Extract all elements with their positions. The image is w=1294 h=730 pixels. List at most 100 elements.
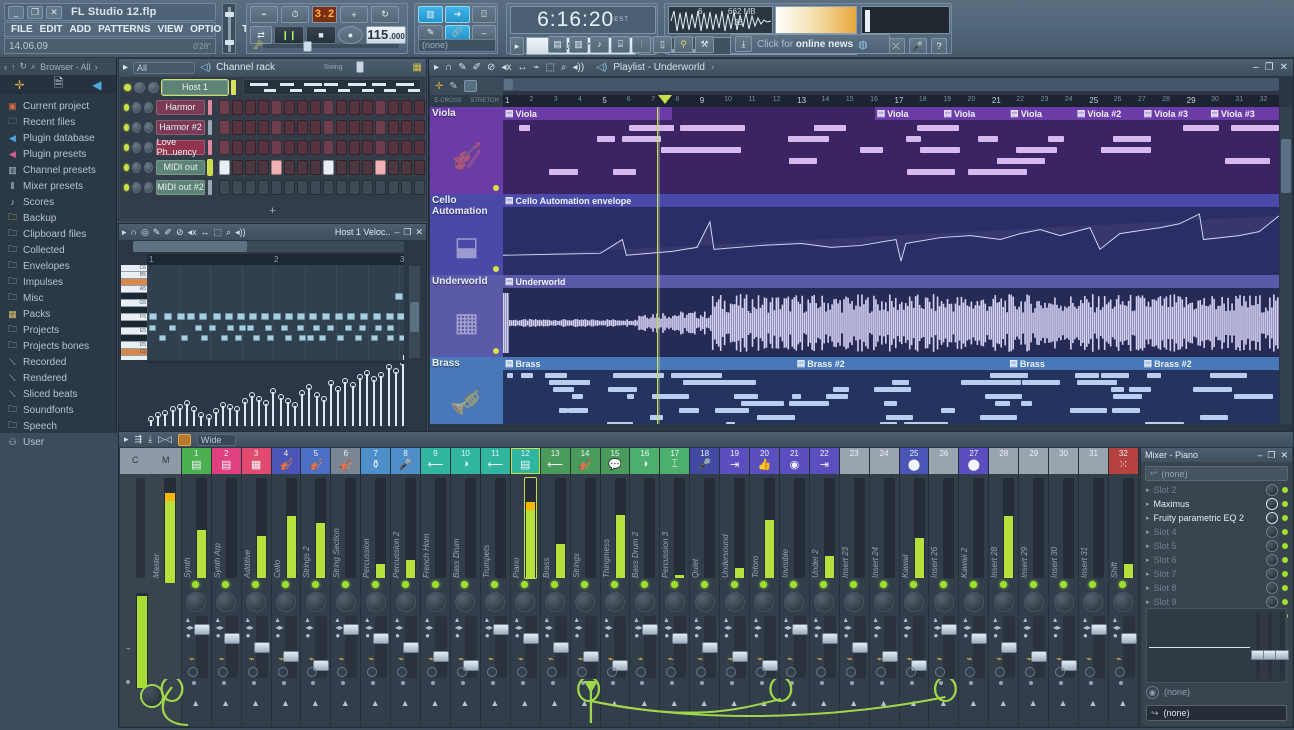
mixer-strip-22[interactable]: 22 ⇥ Under 2 ▴ ◂▸ ● ⌁ ▲ [809,448,840,726]
step-sequencer[interactable] [219,119,425,135]
note-block[interactable] [359,325,366,331]
step-button[interactable] [401,179,412,195]
step-button[interactable] [310,99,321,115]
mixer-volume-fader[interactable] [1090,616,1107,678]
effect-mix-knob[interactable] [1266,512,1278,524]
piano-key[interactable] [121,279,147,286]
help-button[interactable]: ? [931,38,947,54]
mixer-phase-button[interactable] [576,667,587,677]
velocity-bar[interactable] [394,372,397,426]
tab-all-icon[interactable]: ✛ [15,78,25,92]
mixer-route-arrow[interactable]: ▲ [610,698,619,708]
slot-expand-icon[interactable]: ▸ [1146,584,1150,592]
note-block[interactable] [397,313,404,320]
velocity-handle[interactable] [155,412,162,418]
velocity-bar[interactable] [301,394,304,426]
channel-velocity-bar[interactable] [208,99,212,115]
step-button[interactable] [349,139,360,155]
playlist-track-label[interactable]: Underworld ▦ [430,275,503,357]
clip-header[interactable]: ▤ Cello Automation envelope [503,194,1279,207]
mixer-strip-29[interactable]: 29 Insert 29 ▴ ◂▸ ● ⌁ ▲ [1019,448,1050,726]
note-block[interactable] [177,313,185,320]
mr-minimize-button[interactable]: – [1257,450,1262,460]
velocity-bar[interactable] [279,398,282,426]
mixer-track-name[interactable]: Synth [183,478,195,578]
mixer-mic-icon[interactable]: ⌁ [249,654,255,665]
mixer-pan-knob[interactable] [963,592,984,612]
step-button[interactable] [414,139,425,155]
velocity-bar[interactable] [222,406,224,426]
playlist-track[interactable]: Viola 🎻 ▤ Viola ▤ Viola ▤ Viola ▤ Viola ▤ Viola #2 ▤… [430,107,1279,194]
velocity-handle[interactable] [392,368,399,374]
step-button[interactable] [245,139,256,155]
mixer-slot-dot[interactable] [550,681,555,685]
piano-key[interactable]: G5 [121,300,147,307]
mixer-route-arrow[interactable]: ▲ [1059,698,1068,708]
mixer-slot-dot[interactable] [969,681,974,685]
mixer-track-name[interactable]: String Section [332,478,344,578]
channel-name-button[interactable]: Host 1 [162,79,228,95]
channel-name-button[interactable]: MIDI out #2 [155,179,206,195]
velocity-handle[interactable] [292,402,298,408]
effect-slot[interactable]: ▸ Fruity parametric EQ 2 [1141,511,1292,525]
note-block[interactable] [285,335,292,341]
mixer-pan-knob[interactable] [814,592,835,612]
mixer-phase-button[interactable] [875,667,886,677]
mixer-strip-8[interactable]: 8 🎤 Percussion 2 ▴ ◂▸ ● ⌁ ▲ [391,448,422,726]
note-block[interactable] [309,313,317,320]
velocity-bar[interactable] [229,408,232,426]
channel-volume-knob[interactable] [143,161,153,173]
mixer-track-led[interactable] [252,581,260,588]
channel-pan-knob[interactable] [132,141,141,153]
step-button[interactable] [349,179,360,195]
channel-pan-knob[interactable] [132,121,141,133]
velocity-handle[interactable] [400,363,404,366]
mixer-strip-25[interactable]: 25 ⬤ Kawaii ▴ ◂▸ ● ⌁ ▲ [899,448,930,726]
mixer-track-led[interactable] [730,581,738,588]
pl-minimize-button[interactable]: – [1253,62,1259,73]
velocity-handle[interactable] [205,414,212,420]
mixer-route-arrow[interactable]: ▲ [700,698,709,708]
mixer-strip-19[interactable]: 19 ⇥ Undersound ▴ ◂▸ ● ⌁ ▲ [720,448,751,726]
note-block[interactable] [327,325,334,331]
clip-header[interactable]: ▤ Viola [1008,107,1075,120]
channel-led[interactable] [124,83,131,91]
mixer-route-arrow[interactable]: ▲ [730,698,739,708]
browser-item-envelopes[interactable]: 🗀 Envelopes [0,258,116,274]
mixer-route-arrow[interactable]: ▲ [819,698,828,708]
mixer-route-arrow[interactable]: ▲ [520,698,529,708]
channel-volume-knob[interactable] [143,121,153,133]
step-button[interactable] [375,99,386,115]
mixer-track-name[interactable]: Shift [1110,478,1122,578]
mixer-stereo-controls[interactable]: ▴ ◂▸ ● [246,616,254,640]
mixer-mic-icon[interactable]: ⌁ [697,654,703,665]
channel-velocity-bar[interactable] [208,179,212,195]
step-button[interactable] [388,179,399,195]
mixer-mic-icon[interactable]: ⌁ [368,654,374,665]
velocity-handle[interactable] [270,388,277,394]
mx-select-icon[interactable]: ▷◁ [158,434,172,445]
mixer-pan-knob[interactable] [395,592,416,612]
mixer-mic-icon[interactable]: ⌁ [189,654,195,665]
step-button[interactable] [219,139,230,155]
note-block[interactable] [187,313,195,320]
mixer-stereo-controls[interactable]: ▴ ◂▸ ● [276,616,284,640]
slot-expand-icon[interactable]: ▸ [1146,514,1150,522]
step-button[interactable] [323,159,334,175]
browser-search-icon[interactable]: ⌕ [31,61,36,72]
pr-paint-icon[interactable]: ✐ [164,227,172,238]
mixer-stereo-controls[interactable]: ▴ ◂▸ ● [425,616,433,640]
step-button[interactable] [349,159,360,175]
mixer-volume-fader[interactable] [403,616,420,678]
mixer-strip-20[interactable]: 20 👍 Totoro ▴ ◂▸ ● ⌁ ▲ [750,448,780,726]
slot-expand-icon[interactable]: ▸ [1146,486,1150,494]
mixer-pan-knob[interactable] [634,592,655,612]
velocity-handle[interactable] [162,410,169,416]
mixer-track-led[interactable] [281,581,289,588]
channel-pan-knob[interactable] [132,101,141,113]
mixer-track-led[interactable] [910,581,918,588]
effect-enable-led[interactable] [1282,487,1288,493]
mixer-track-led[interactable] [670,581,678,588]
note-block[interactable] [399,335,404,341]
mixer-track-led[interactable] [939,581,947,588]
